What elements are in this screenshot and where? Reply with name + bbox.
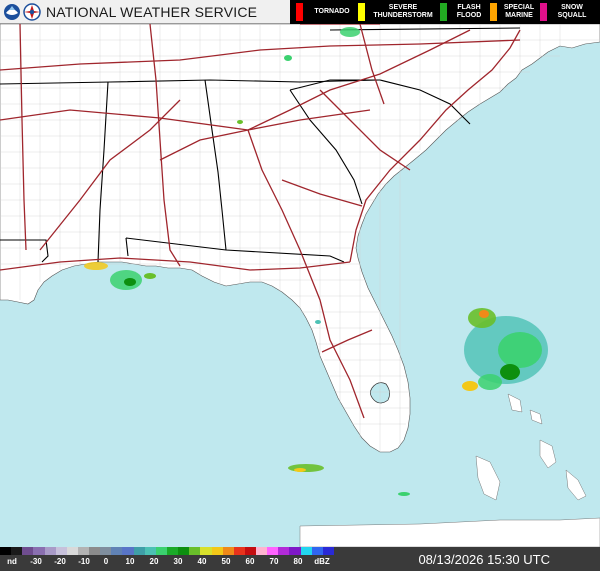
observation-timestamp: 08/13/2026 15:30 UTC: [418, 552, 550, 567]
tick-label: 0: [103, 557, 109, 566]
dbz-color-swatch: [211, 547, 224, 555]
legend-tornado: TORNADO: [292, 0, 358, 24]
dbz-color-swatch: [200, 547, 213, 555]
tick-label: -20: [54, 557, 66, 566]
dbz-color-swatch: [100, 547, 112, 555]
dbz-color-swatch: [256, 547, 268, 555]
echo-al-north: [237, 120, 243, 124]
echo-atlantic-south: [462, 381, 478, 391]
warning-legend: TORNADO SEVERE THUNDERSTORM FLASH FLOOD …: [290, 0, 600, 24]
dbz-color-swatch: [311, 547, 324, 555]
legend-swatch-tornado: [296, 3, 303, 21]
legend-swatch-snow-squall: [540, 3, 547, 21]
legend-label-severe-thunderstorm: SEVERE THUNDERSTORM: [373, 4, 433, 19]
dbz-color-swatch: [244, 547, 257, 555]
dbz-color-swatch: [289, 547, 302, 555]
dbz-color-swatch: [167, 547, 179, 555]
dbz-color-swatch: [144, 547, 157, 555]
legend-label-flash-flood: FLASH FLOOD: [456, 4, 482, 19]
tick-label: -30: [30, 557, 42, 566]
tick-label: 70: [269, 557, 279, 566]
echo-sc-upstate: [284, 55, 292, 61]
dbz-color-swatch: [222, 547, 235, 555]
agency-title: NATIONAL WEATHER SERVICE: [46, 4, 258, 20]
dbz-color-swatch: [44, 547, 57, 555]
radar-map-viewer: NATIONAL WEATHER SERVICE TORNADO SEVERE …: [0, 0, 600, 571]
legend-label-snow-squall: SNOW SQUALL: [557, 4, 587, 19]
dbz-color-swatch: [89, 547, 101, 555]
echo-keys-core: [294, 468, 306, 472]
tick-label: 80: [293, 557, 303, 566]
dbz-color-swatch: [178, 547, 190, 555]
echo-coastal-mobile: [84, 262, 108, 270]
echo-big-bend: [315, 320, 321, 324]
echo-coastal-east: [144, 273, 156, 279]
legend-snow-squall: SNOW SQUALL: [536, 0, 594, 24]
dbz-color-swatch: [55, 547, 68, 555]
dbz-color-swatch: [300, 547, 313, 555]
legend-label-tornado: TORNADO: [314, 8, 350, 15]
dbz-color-swatch: [111, 547, 123, 555]
dbz-color-swatch: [155, 547, 168, 555]
tick-label: 20: [149, 557, 159, 566]
radar-map[interactable]: [0, 24, 600, 547]
dbz-color-swatch: [278, 547, 290, 555]
noaa-nws-logo-icon: [4, 3, 41, 21]
legend-label-special-marine: SPECIAL MARINE: [503, 4, 535, 19]
echo-atlantic-deep: [500, 364, 520, 380]
tick-label: 60: [245, 557, 255, 566]
dbz-color-swatch: [233, 547, 246, 555]
dbz-color-swatch: [267, 547, 279, 555]
dbz-color-swatch: [133, 547, 146, 555]
dbz-unit-label: dBZ: [314, 557, 330, 566]
echo-atlantic-north-core: [479, 310, 489, 318]
legend-swatch-flash-flood: [440, 3, 447, 21]
dbz-color-swatch: [0, 547, 12, 555]
tick-label: 50: [221, 557, 231, 566]
tick-label: -10: [78, 557, 90, 566]
dbz-color-swatch: [322, 547, 335, 555]
echo-panhandle-west-core: [124, 278, 136, 286]
legend-swatch-special-marine: [490, 3, 497, 21]
dbz-color-swatch: [22, 547, 34, 555]
dbz-color-swatch: [66, 547, 79, 555]
echo-florida-straits: [398, 492, 410, 496]
echo-atlantic-core: [498, 332, 542, 368]
legend-swatch-severe-thunderstorm: [358, 3, 365, 21]
echo-atlantic-sw: [478, 374, 502, 390]
dbz-color-swatch: [77, 547, 90, 555]
dbz-color-scale: [0, 547, 335, 555]
tick-label: nd: [7, 557, 17, 566]
legend-special-marine: SPECIAL MARINE: [486, 0, 538, 24]
echo-keys: [288, 464, 324, 472]
tick-label: 10: [125, 557, 135, 566]
legend-severe-thunderstorm: SEVERE THUNDERSTORM: [354, 0, 438, 24]
echo-nc-mountains: [340, 27, 360, 37]
dbz-color-swatch: [33, 547, 46, 555]
dbz-color-swatch: [122, 547, 135, 555]
tick-label: 30: [173, 557, 183, 566]
tick-label: 40: [197, 557, 207, 566]
header-bar: NATIONAL WEATHER SERVICE TORNADO SEVERE …: [0, 0, 600, 24]
reflectivity-scale-bar: nd -30 -20 -10 0 10 20 30 40 50 60 70 80…: [0, 547, 600, 571]
dbz-color-swatch: [11, 547, 23, 555]
legend-flash-flood: FLASH FLOOD: [436, 0, 488, 24]
dbz-color-swatch: [189, 547, 201, 555]
